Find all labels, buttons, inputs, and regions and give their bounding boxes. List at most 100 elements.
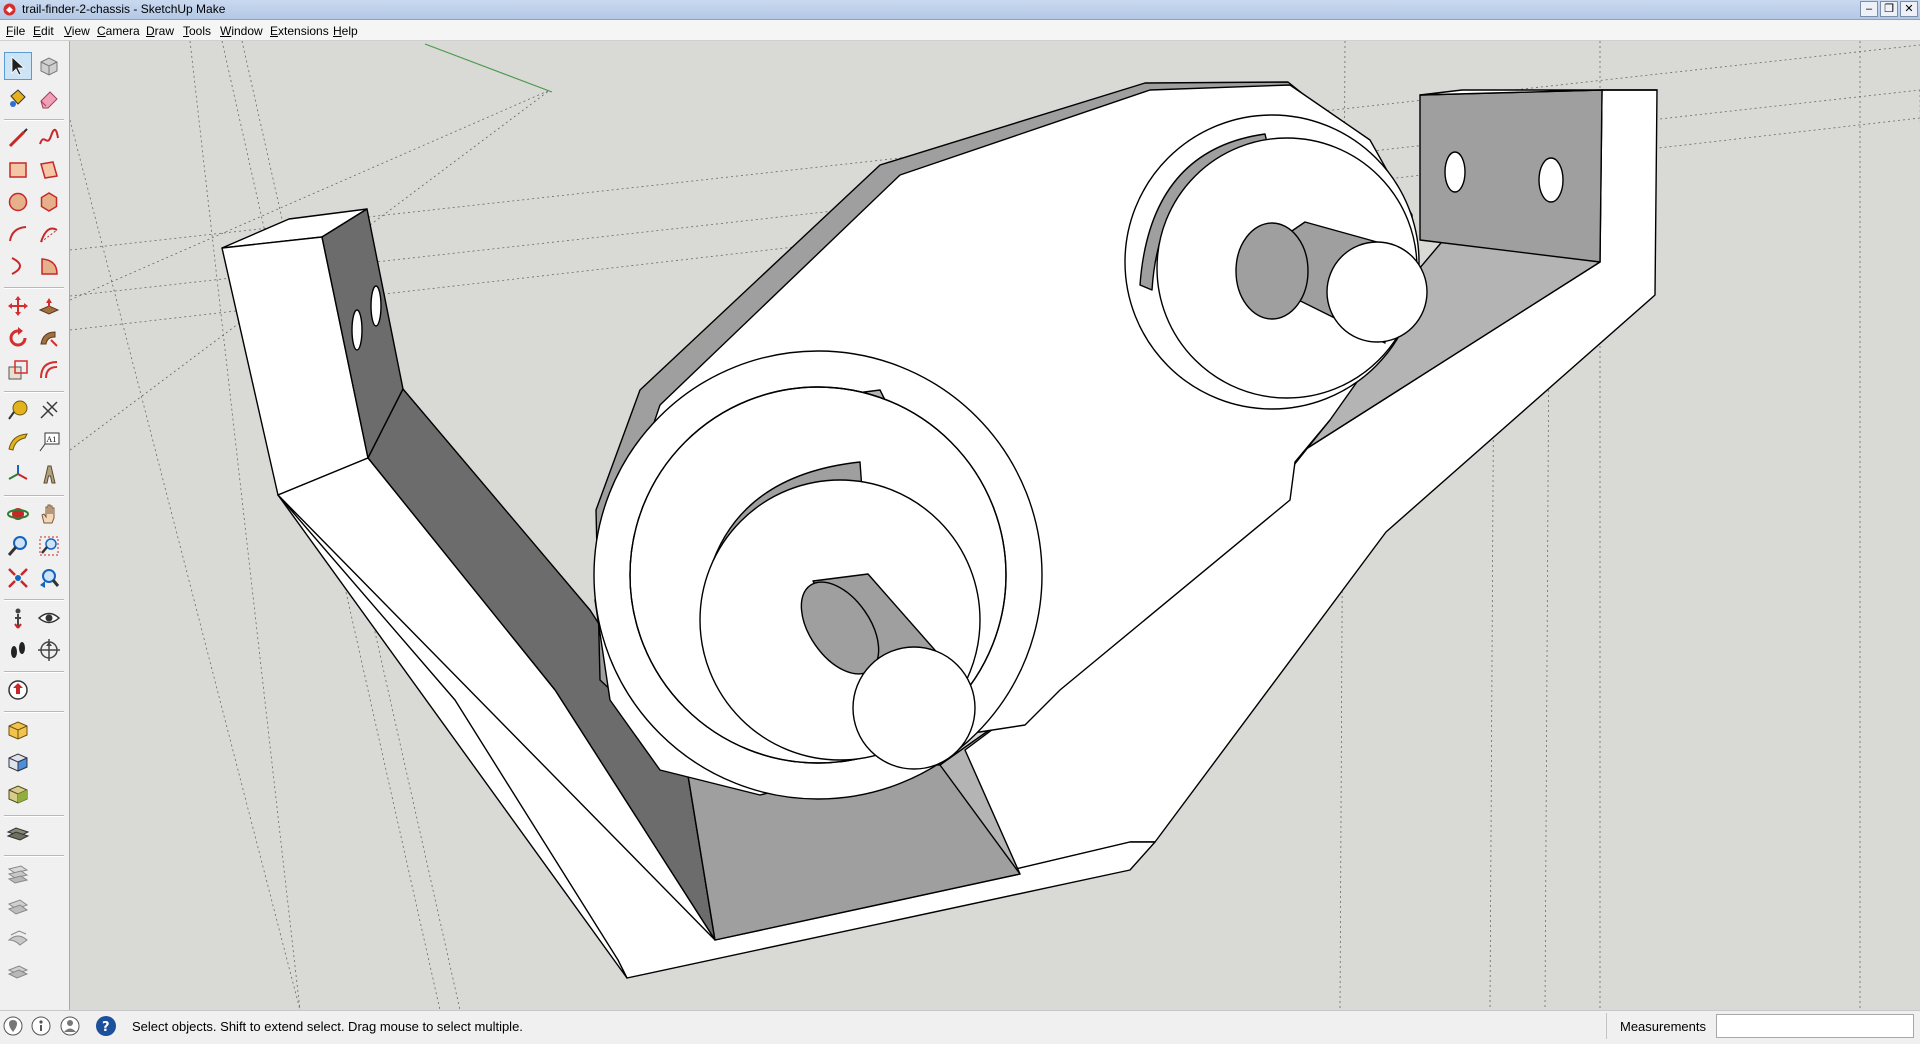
toolbar-separator: [4, 599, 64, 601]
model-viewport[interactable]: [70, 41, 1920, 1010]
menu-camera[interactable]: Camera: [97, 24, 140, 38]
minimize-button[interactable]: –: [1860, 1, 1878, 17]
tool-circle[interactable]: [4, 188, 32, 216]
move-tool-icon: [8, 296, 28, 316]
menu-tools[interactable]: Tools: [183, 24, 211, 38]
tool-line[interactable]: [4, 124, 32, 152]
tool-eraser[interactable]: [35, 84, 63, 112]
tool-sandbox-smoove[interactable]: [4, 924, 32, 952]
dimension-tool-icon: [40, 401, 58, 419]
three-point-arc-icon: [11, 257, 21, 275]
freehand-tool-icon: [39, 128, 59, 145]
previous-view-icon: [40, 569, 60, 588]
sandbox-smoove-icon: [7, 930, 28, 946]
tool-pan[interactable]: [35, 500, 63, 528]
circle-tool-icon: [8, 192, 28, 212]
tool-scale[interactable]: [4, 356, 32, 384]
credits-icon[interactable]: [30, 1015, 52, 1037]
menu-draw[interactable]: Draw: [146, 24, 174, 38]
tool-section-plane[interactable]: [35, 636, 63, 664]
instructor-help-icon[interactable]: ?: [95, 1015, 117, 1037]
rotate-tool-icon: [9, 327, 27, 347]
section-plane-icon: [38, 639, 60, 661]
tool-look-around[interactable]: [35, 604, 63, 632]
model-canvas: [70, 41, 1920, 1010]
toolbar-separator: [4, 287, 64, 289]
tool-walk[interactable]: [4, 636, 32, 664]
tool-zoom-extents[interactable]: [4, 564, 32, 592]
tool-freehand[interactable]: [35, 124, 63, 152]
tool-sandbox-contours[interactable]: [4, 860, 32, 888]
sandbox-stamp-icon: [7, 965, 29, 979]
tool-offset[interactable]: [35, 356, 63, 384]
tool-axes[interactable]: [4, 460, 32, 488]
zoom-tool-icon: [7, 536, 27, 556]
menu-extensions[interactable]: Extensions: [270, 24, 329, 38]
tool-two-point-arc[interactable]: [35, 220, 63, 248]
tool-protractor[interactable]: [4, 428, 32, 456]
toolbar-separator: [4, 711, 64, 713]
close-button[interactable]: ✕: [1900, 1, 1918, 17]
tool-three-point-arc[interactable]: [4, 252, 32, 280]
window-title: trail-finder-2-chassis - SketchUp Make: [22, 2, 226, 16]
position-camera-icon: [14, 608, 22, 629]
make-component-icon: [40, 57, 58, 76]
menu-edit[interactable]: Edit: [33, 24, 54, 38]
tool-pie[interactable]: [35, 252, 63, 280]
push-pull-icon: [38, 298, 60, 315]
tool-3d-text[interactable]: [35, 460, 63, 488]
title-bar: trail-finder-2-chassis - SketchUp Make –…: [0, 0, 1920, 20]
tool-3d-warehouse[interactable]: [4, 676, 32, 704]
minimize-icon: –: [1865, 2, 1873, 15]
tool-sandbox-stamp[interactable]: [4, 956, 32, 984]
geo-location-icon[interactable]: [2, 1015, 24, 1037]
tool-select[interactable]: [4, 52, 32, 80]
tool-dimension[interactable]: [35, 396, 63, 424]
tool-zoom-window[interactable]: [35, 532, 63, 560]
menu-file[interactable]: File: [6, 24, 25, 38]
3d-warehouse-icon: [8, 680, 28, 700]
tool-follow-me[interactable]: [35, 324, 63, 352]
tool-rotate[interactable]: [4, 324, 32, 352]
tool-previous-view[interactable]: [35, 564, 63, 592]
tool-tape-measure[interactable]: [4, 396, 32, 424]
sketchup-app-icon: [3, 3, 16, 16]
follow-me-icon: [40, 331, 58, 347]
offset-tool-icon: [40, 361, 58, 379]
tool-make-component[interactable]: [35, 52, 63, 80]
zoom-window-icon: [39, 536, 59, 556]
text-tool-icon: A1: [39, 432, 60, 452]
restore-button[interactable]: ❐: [1880, 1, 1898, 17]
tool-rectangle[interactable]: [4, 156, 32, 184]
tool-share-model[interactable]: [4, 748, 32, 776]
menu-help[interactable]: Help: [333, 24, 358, 38]
green-axis: [424, 43, 553, 93]
tool-extension-warehouse[interactable]: [4, 780, 32, 808]
paint-bucket-icon: [10, 89, 26, 107]
pie-tool-icon: [41, 258, 58, 275]
tool-orbit[interactable]: [4, 500, 32, 528]
tool-rotated-rectangle[interactable]: [35, 156, 63, 184]
layers-icon: [6, 827, 30, 841]
tool-layers[interactable]: [4, 820, 32, 848]
tool-text[interactable]: A1: [35, 428, 63, 456]
status-bar: ? Select objects. Shift to extend select…: [0, 1010, 1920, 1044]
tool-polygon[interactable]: [35, 188, 63, 216]
tool-push-pull[interactable]: [35, 292, 63, 320]
account-icon[interactable]: [59, 1015, 81, 1037]
rotated-rectangle-icon: [40, 161, 58, 179]
menu-view[interactable]: View: [64, 24, 90, 38]
tool-arc[interactable]: [4, 220, 32, 248]
tool-get-models[interactable]: [4, 716, 32, 744]
pan-tool-icon: [41, 504, 55, 524]
eraser-icon: [40, 91, 58, 109]
menu-bar: File Edit View Camera Draw Tools Window …: [0, 20, 1920, 41]
tool-paint-bucket[interactable]: [4, 84, 32, 112]
tool-move[interactable]: [4, 292, 32, 320]
menu-window[interactable]: Window: [220, 24, 263, 38]
tool-sandbox-scratch[interactable]: [4, 892, 32, 920]
tool-zoom[interactable]: [4, 532, 32, 560]
measurements-input[interactable]: [1716, 1014, 1914, 1038]
zoom-extents-icon: [8, 568, 28, 588]
tool-position-camera[interactable]: [4, 604, 32, 632]
